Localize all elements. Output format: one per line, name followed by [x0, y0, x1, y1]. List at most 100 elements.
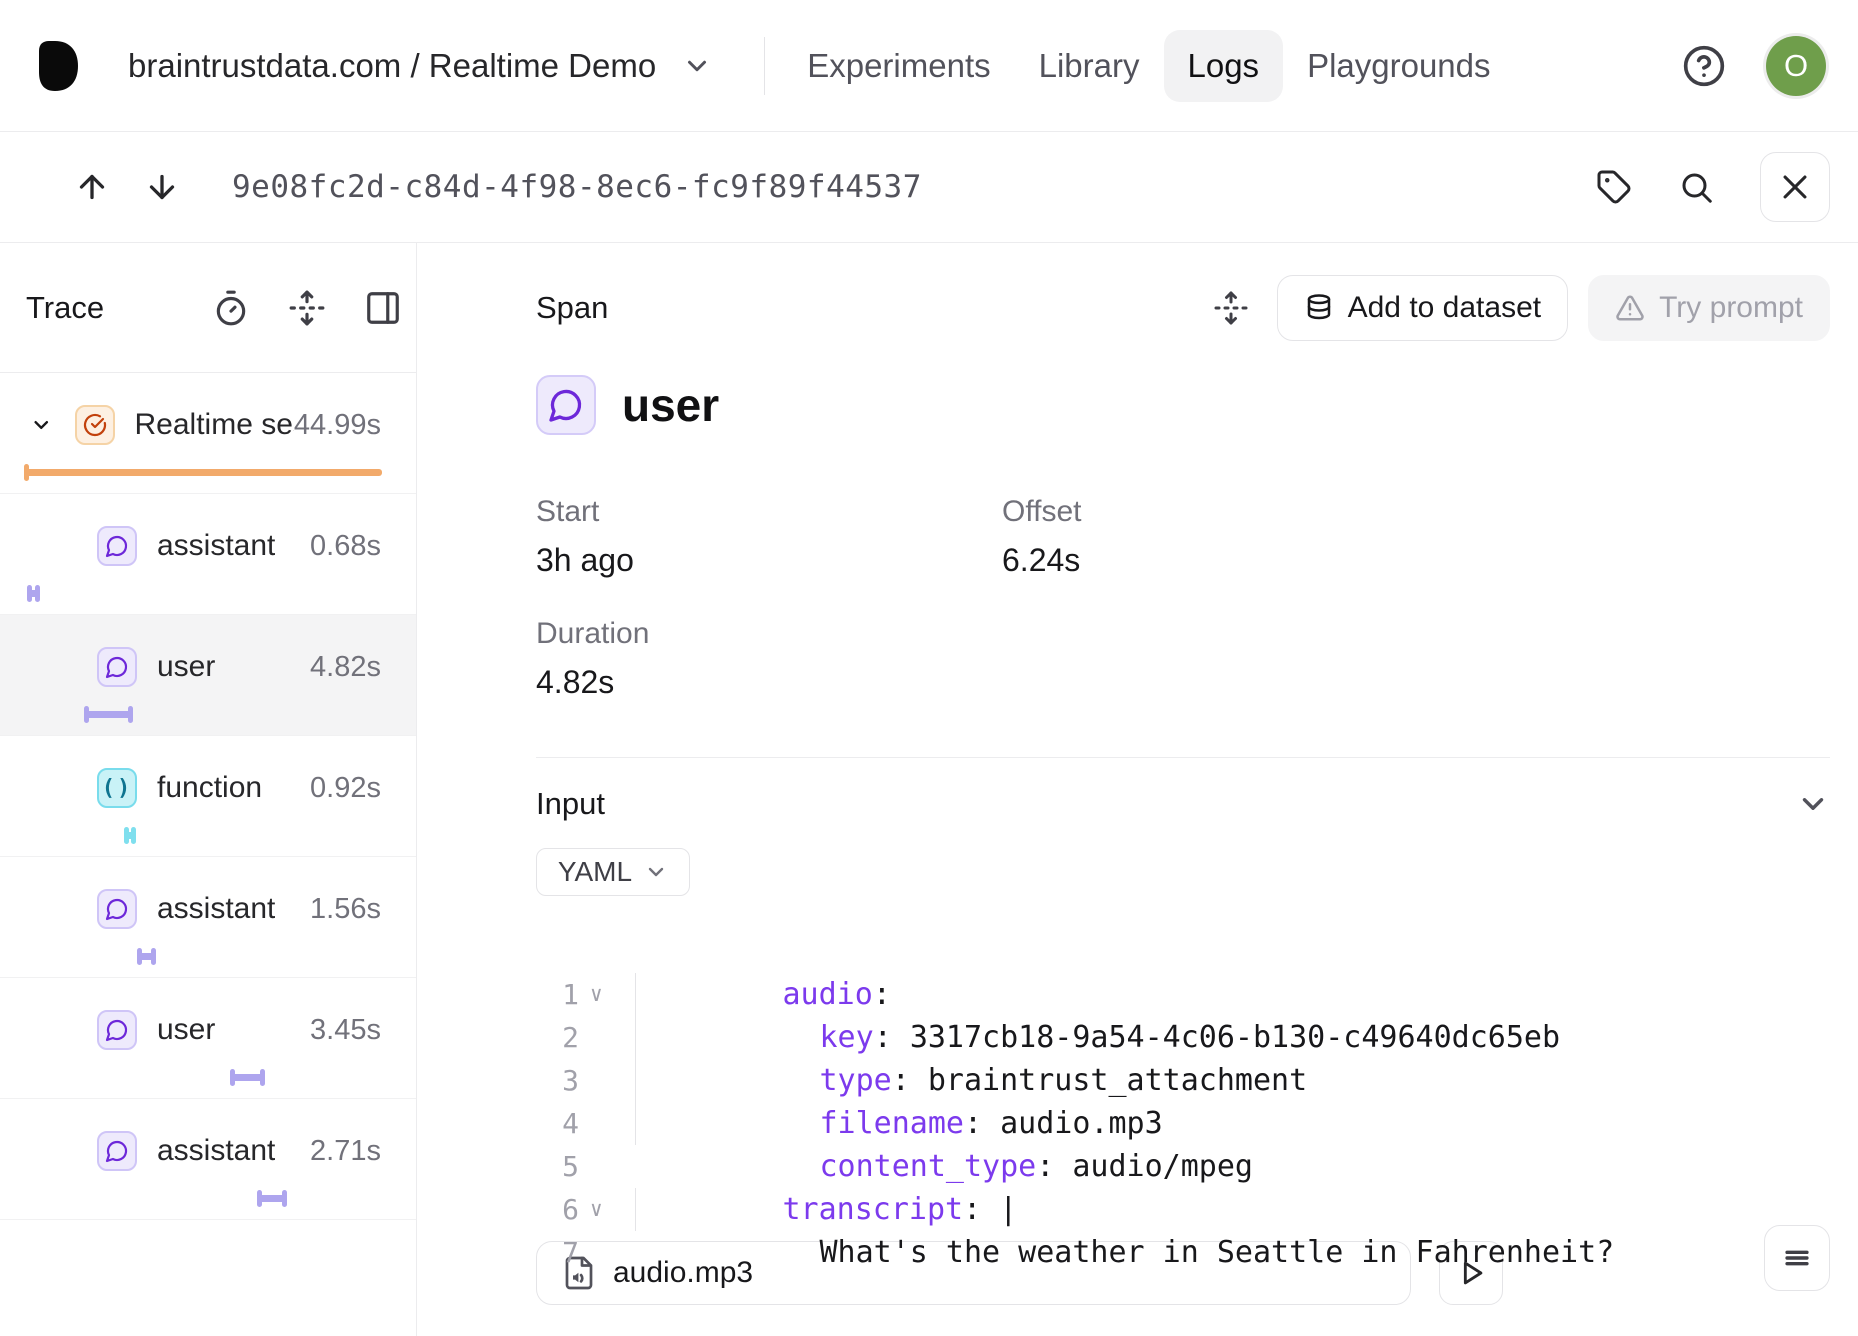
main-nav: Experiments Library Logs Playgrounds: [783, 30, 1514, 102]
trace-toolbar: 9e08fc2d-c84d-4f98-8ec6-fc9f89f44537: [0, 132, 1858, 243]
code-line: 5content_type: audio/mpeg: [536, 1102, 1830, 1145]
trace-span-row-user-2[interactable]: user 3.45s: [0, 978, 416, 1099]
span-label: user: [157, 650, 215, 684]
try-prompt-button[interactable]: Try prompt: [1588, 275, 1830, 341]
code-line: 2key: 3317cb18-9a54-4c06-b130-c49640dc65…: [536, 973, 1830, 1016]
span-panel: Span Add to dataset Try prompt user Star…: [417, 243, 1858, 1336]
span-timeline-bar: [29, 590, 38, 597]
code-line: 7What's the weather in Seattle in Fahren…: [536, 1188, 1830, 1231]
nav-item-logs[interactable]: Logs: [1164, 30, 1284, 102]
code-line: 3type: braintrust_attachment: [536, 1016, 1830, 1059]
help-button[interactable]: [1682, 44, 1726, 88]
trace-sidebar-header: Trace: [0, 243, 416, 373]
collapse-all-button[interactable]: [288, 289, 326, 327]
database-icon: [1304, 293, 1334, 323]
chat-bubble-icon: [97, 526, 137, 566]
input-section-header[interactable]: Input: [536, 786, 1830, 822]
nav-item-experiments[interactable]: Experiments: [783, 30, 1014, 102]
span-duration: 44.99s: [294, 409, 381, 442]
braintrust-logo-icon: [32, 39, 80, 93]
task-check-icon: [75, 405, 115, 445]
yaml-code-viewer: 1∨audio: 2key: 3317cb18-9a54-4c06-b130-c…: [536, 930, 1830, 1231]
trace-panel-title: Trace: [26, 290, 104, 326]
timing-toggle-button[interactable]: [212, 289, 250, 327]
span-duration: 0.68s: [310, 530, 381, 563]
span-duration: 4.82s: [310, 651, 381, 684]
expand-span-button[interactable]: [1213, 290, 1249, 326]
collapse-panel-button[interactable]: [364, 289, 402, 327]
code-line: 6∨transcript: |: [536, 1145, 1830, 1188]
span-timeline-bar: [26, 469, 382, 476]
span-label: assistant: [157, 529, 275, 563]
trace-sidebar: Trace Rea: [0, 243, 417, 1336]
chat-bubble-icon: [97, 889, 137, 929]
trace-span-tree: Realtime ses... 44.99s assistant 0.68s: [0, 373, 416, 1220]
field-start: Start 3h ago: [536, 495, 1002, 579]
tag-button[interactable]: [1596, 169, 1632, 205]
trace-span-row-assistant-2[interactable]: assistant 1.56s: [0, 857, 416, 978]
span-duration: 3.45s: [310, 1014, 381, 1047]
code-line: 4filename: audio.mp3: [536, 1059, 1830, 1102]
stopwatch-icon: [212, 289, 250, 327]
span-timeline-bar: [259, 1195, 285, 1202]
hamburger-menu-icon: [1780, 1241, 1814, 1275]
span-panel-header: Span Add to dataset Try prompt: [536, 275, 1830, 341]
layout-menu-button[interactable]: [1764, 1225, 1830, 1291]
next-trace-button[interactable]: [144, 169, 180, 205]
span-label: user: [157, 1013, 215, 1047]
section-divider: [536, 757, 1830, 758]
chevron-down-icon[interactable]: [30, 411, 53, 439]
search-icon: [1678, 169, 1714, 205]
avatar[interactable]: O: [1766, 36, 1826, 96]
span-panel-title: Span: [536, 290, 608, 326]
nav-item-library[interactable]: Library: [1015, 30, 1164, 102]
trace-span-row-user-1[interactable]: user 4.82s: [0, 615, 416, 736]
panel-right-icon: [364, 289, 402, 327]
field-offset: Offset 6.24s: [1002, 495, 1830, 579]
function-icon: (): [97, 768, 137, 808]
chevron-down-icon: [644, 860, 668, 884]
input-section-title: Input: [536, 786, 605, 822]
trace-span-row-realtime-session[interactable]: Realtime ses... 44.99s: [0, 373, 416, 494]
span-timeline-bar: [86, 711, 131, 718]
chat-bubble-icon: [97, 647, 137, 687]
close-trace-button[interactable]: [1760, 152, 1830, 222]
warning-triangle-icon: [1615, 293, 1645, 323]
chevron-down-icon[interactable]: [1796, 787, 1830, 821]
close-icon: [1778, 170, 1812, 204]
span-duration: 2.71s: [310, 1135, 381, 1168]
trace-span-row-assistant-3[interactable]: assistant 2.71s: [0, 1099, 416, 1220]
fold-vertical-icon: [288, 289, 326, 327]
nav-divider: [764, 37, 765, 95]
arrow-down-icon: [144, 169, 180, 205]
span-title-row: user: [536, 375, 1830, 435]
chat-bubble-icon: [536, 375, 596, 435]
span-timeline-bar: [126, 832, 134, 839]
span-label: assistant: [157, 892, 275, 926]
span-label: Realtime ses...: [135, 408, 294, 442]
span-metadata: Start 3h ago Offset 6.24s Duration 4.82s: [536, 495, 1830, 701]
search-button[interactable]: [1678, 169, 1714, 205]
add-to-dataset-button[interactable]: Add to dataset: [1277, 275, 1568, 341]
trace-id: 9e08fc2d-c84d-4f98-8ec6-fc9f89f44537: [232, 169, 922, 205]
chat-bubble-icon: [97, 1131, 137, 1171]
help-icon: [1682, 44, 1726, 88]
chat-bubble-icon: [97, 1010, 137, 1050]
arrow-up-icon: [74, 169, 110, 205]
trace-span-row-function[interactable]: () function 0.92s: [0, 736, 416, 857]
nav-item-playgrounds[interactable]: Playgrounds: [1283, 30, 1514, 102]
format-selector[interactable]: YAML: [536, 848, 690, 896]
chevron-down-icon: [682, 51, 712, 81]
span-label: assistant: [157, 1134, 275, 1168]
span-duration: 1.56s: [310, 893, 381, 926]
project-switcher[interactable]: braintrustdata.com / Realtime Demo: [128, 47, 712, 85]
span-timeline-bar: [232, 1074, 263, 1081]
project-title: braintrustdata.com / Realtime Demo: [128, 47, 656, 85]
span-duration: 0.92s: [310, 772, 381, 805]
top-nav: braintrustdata.com / Realtime Demo Exper…: [0, 0, 1858, 132]
unfold-vertical-icon: [1213, 290, 1249, 326]
span-timeline-bar: [139, 953, 154, 960]
trace-span-row-assistant-1[interactable]: assistant 0.68s: [0, 494, 416, 615]
previous-trace-button[interactable]: [74, 169, 110, 205]
span-name: user: [622, 378, 719, 432]
